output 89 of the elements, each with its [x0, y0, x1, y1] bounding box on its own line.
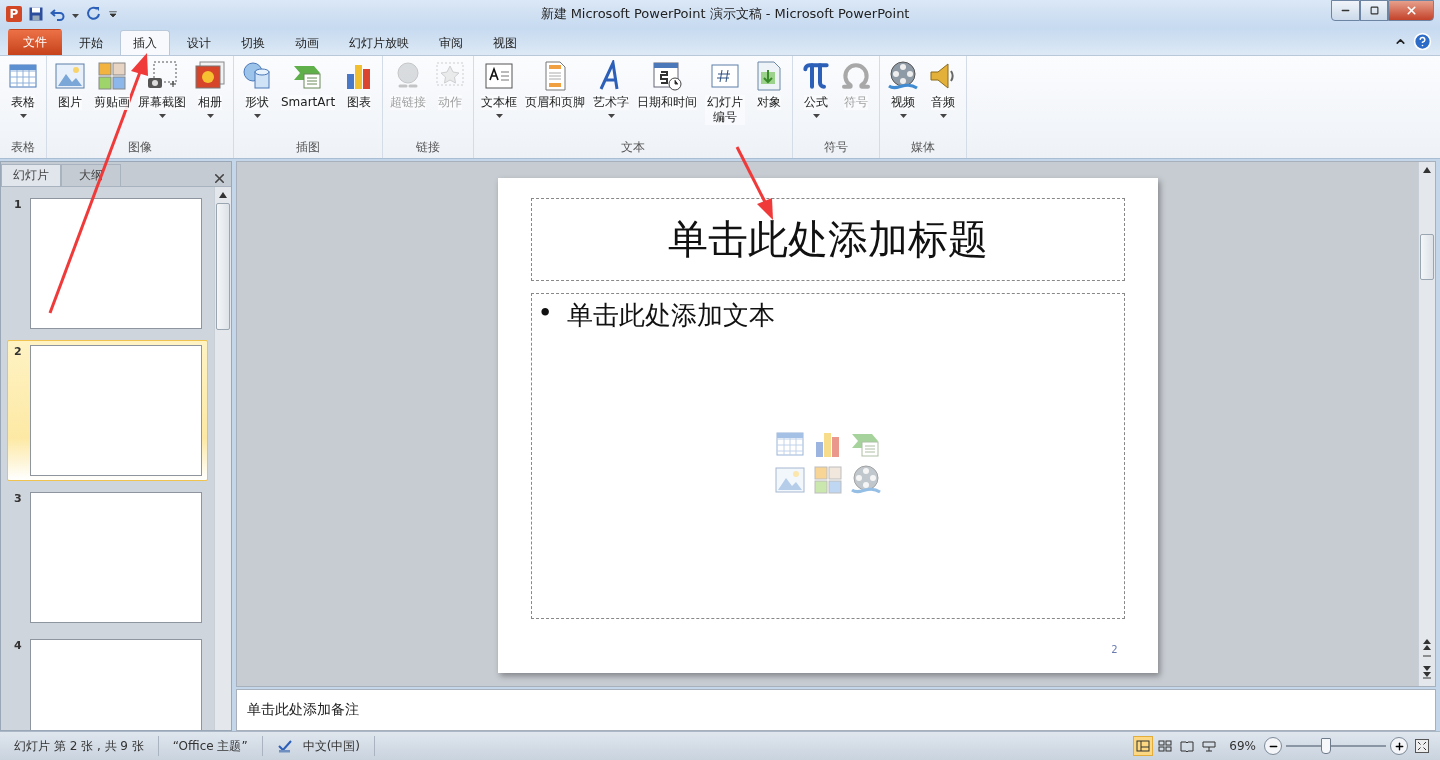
ribbon-tab[interactable]: 插入: [120, 30, 170, 55]
caret-icon: [72, 14, 79, 18]
scroll-thumb[interactable]: [1420, 234, 1434, 280]
ribbon-button[interactable]: 视频: [884, 60, 923, 118]
ribbon-button[interactable]: 形状: [238, 60, 276, 118]
ribbon-button[interactable]: 剪贴画: [91, 60, 133, 110]
slide-thumbnail-row[interactable]: 3: [7, 487, 208, 628]
shapes-icon: [241, 60, 273, 92]
ribbon-button[interactable]: 音频: [924, 60, 963, 118]
zoom-out-button[interactable]: [1264, 737, 1282, 755]
film-reel-icon: [887, 60, 920, 92]
calendar-icon: [651, 60, 684, 92]
group-label: 表格: [10, 139, 36, 156]
customize-menu-icon[interactable]: [107, 8, 119, 20]
ribbon-button[interactable]: 图片: [51, 60, 89, 110]
minimize-button[interactable]: [1331, 0, 1360, 21]
slide-number: 1: [14, 198, 22, 213]
clipart-icon: [96, 60, 128, 92]
ribbon-tab[interactable]: 视图: [480, 30, 530, 55]
slide-info: 幻灯片 第 2 张 , 共 9 张: [0, 736, 159, 756]
ribbon-button[interactable]: 公式: [797, 60, 836, 118]
file-tab[interactable]: 文件: [8, 29, 62, 55]
maximize-icon: [1369, 6, 1379, 15]
clipart-icon: [811, 464, 844, 496]
ribbon-tab[interactable]: 幻灯片放映: [336, 30, 422, 55]
group-label: 符号: [823, 139, 850, 156]
film-reel-icon: [849, 464, 882, 496]
close-icon: [1404, 4, 1418, 17]
maximize-button[interactable]: [1360, 0, 1388, 21]
spell-check-icon[interactable]: [276, 738, 293, 754]
omega-icon: [840, 60, 873, 92]
ribbon-tab[interactable]: 开始: [66, 30, 116, 55]
close-icon[interactable]: [212, 171, 227, 186]
view-icon: [1180, 740, 1195, 752]
ribbon-tab[interactable]: 动画: [282, 30, 332, 55]
ribbon-button[interactable]: 相册: [191, 60, 229, 118]
ribbon-tab[interactable]: 审阅: [426, 30, 476, 55]
ribbon-tab[interactable]: 设计: [174, 30, 224, 55]
ribbon-button[interactable]: 艺术字: [590, 60, 633, 118]
zoom-in-button[interactable]: [1390, 737, 1408, 755]
slide-thumbnail-row[interactable]: 1: [7, 193, 208, 334]
zoom-thumb[interactable]: [1321, 738, 1331, 754]
view-button[interactable]: [1133, 736, 1154, 756]
ribbon-button[interactable]: 对象: [750, 60, 789, 110]
scroll-up-icon[interactable]: [1422, 166, 1432, 174]
ribbon-button[interactable]: 图表: [340, 60, 379, 110]
ribbon-button[interactable]: 页眉和页脚: [522, 60, 589, 110]
scroll-up-icon[interactable]: [218, 191, 228, 199]
ribbon-button[interactable]: 日期和时间: [634, 60, 701, 110]
bullet: •: [537, 298, 553, 330]
redo-icon[interactable]: [85, 6, 101, 22]
slide-thumbnail-row[interactable]: 4: [7, 634, 208, 730]
theme-name: “Office 主题”: [158, 736, 263, 756]
view-icon: [1158, 740, 1173, 752]
group-label: 插图: [295, 139, 322, 156]
ribbon-button[interactable]: 幻灯片编号: [702, 60, 749, 125]
ribbon-button[interactable]: SmartArt: [278, 60, 339, 110]
close-button[interactable]: [1388, 0, 1434, 21]
view-icon: [1202, 740, 1217, 752]
app-logo: P: [6, 6, 22, 22]
save-icon[interactable]: [28, 6, 44, 22]
window-title: 新建 Microsoft PowerPoint 演示文稿 - Microsoft PowerPoint: [539, 5, 911, 23]
slide-number: 4: [14, 639, 22, 654]
picture-icon: [773, 464, 806, 496]
language: 中文(中国): [302, 737, 361, 755]
undo-icon[interactable]: [50, 6, 66, 22]
ribbon-button[interactable]: 表格: [4, 60, 42, 118]
group-label: 媒体: [910, 139, 937, 156]
slide-number: 2: [14, 345, 22, 360]
slide-number: 3: [14, 492, 22, 507]
text-box-icon: [483, 60, 516, 92]
group-label: 图像: [127, 139, 153, 156]
notes-field[interactable]: 单击此处添加备注: [236, 689, 1436, 731]
photo-album-icon: [194, 60, 226, 92]
scroll-thumb[interactable]: [216, 203, 230, 330]
group-label: 文本: [620, 139, 647, 156]
view-icon: [1136, 740, 1151, 752]
plus-icon: [1393, 740, 1405, 752]
ribbon-button[interactable]: 文本框: [478, 60, 521, 118]
pane-tab[interactable]: 幻灯片: [1, 164, 61, 186]
group-label: 链接: [415, 139, 442, 156]
ribbon-tab[interactable]: 切换: [228, 30, 278, 55]
zoom-percent[interactable]: 69%: [1221, 739, 1264, 753]
picture-icon: [54, 60, 86, 92]
fit-to-window-icon[interactable]: [1414, 738, 1430, 754]
slide-thumbnail-row[interactable]: 2: [7, 340, 208, 481]
help-icon[interactable]: [1413, 32, 1432, 51]
page-number: 2: [1111, 644, 1118, 655]
body-text: 单击此处添加文本: [566, 299, 775, 332]
